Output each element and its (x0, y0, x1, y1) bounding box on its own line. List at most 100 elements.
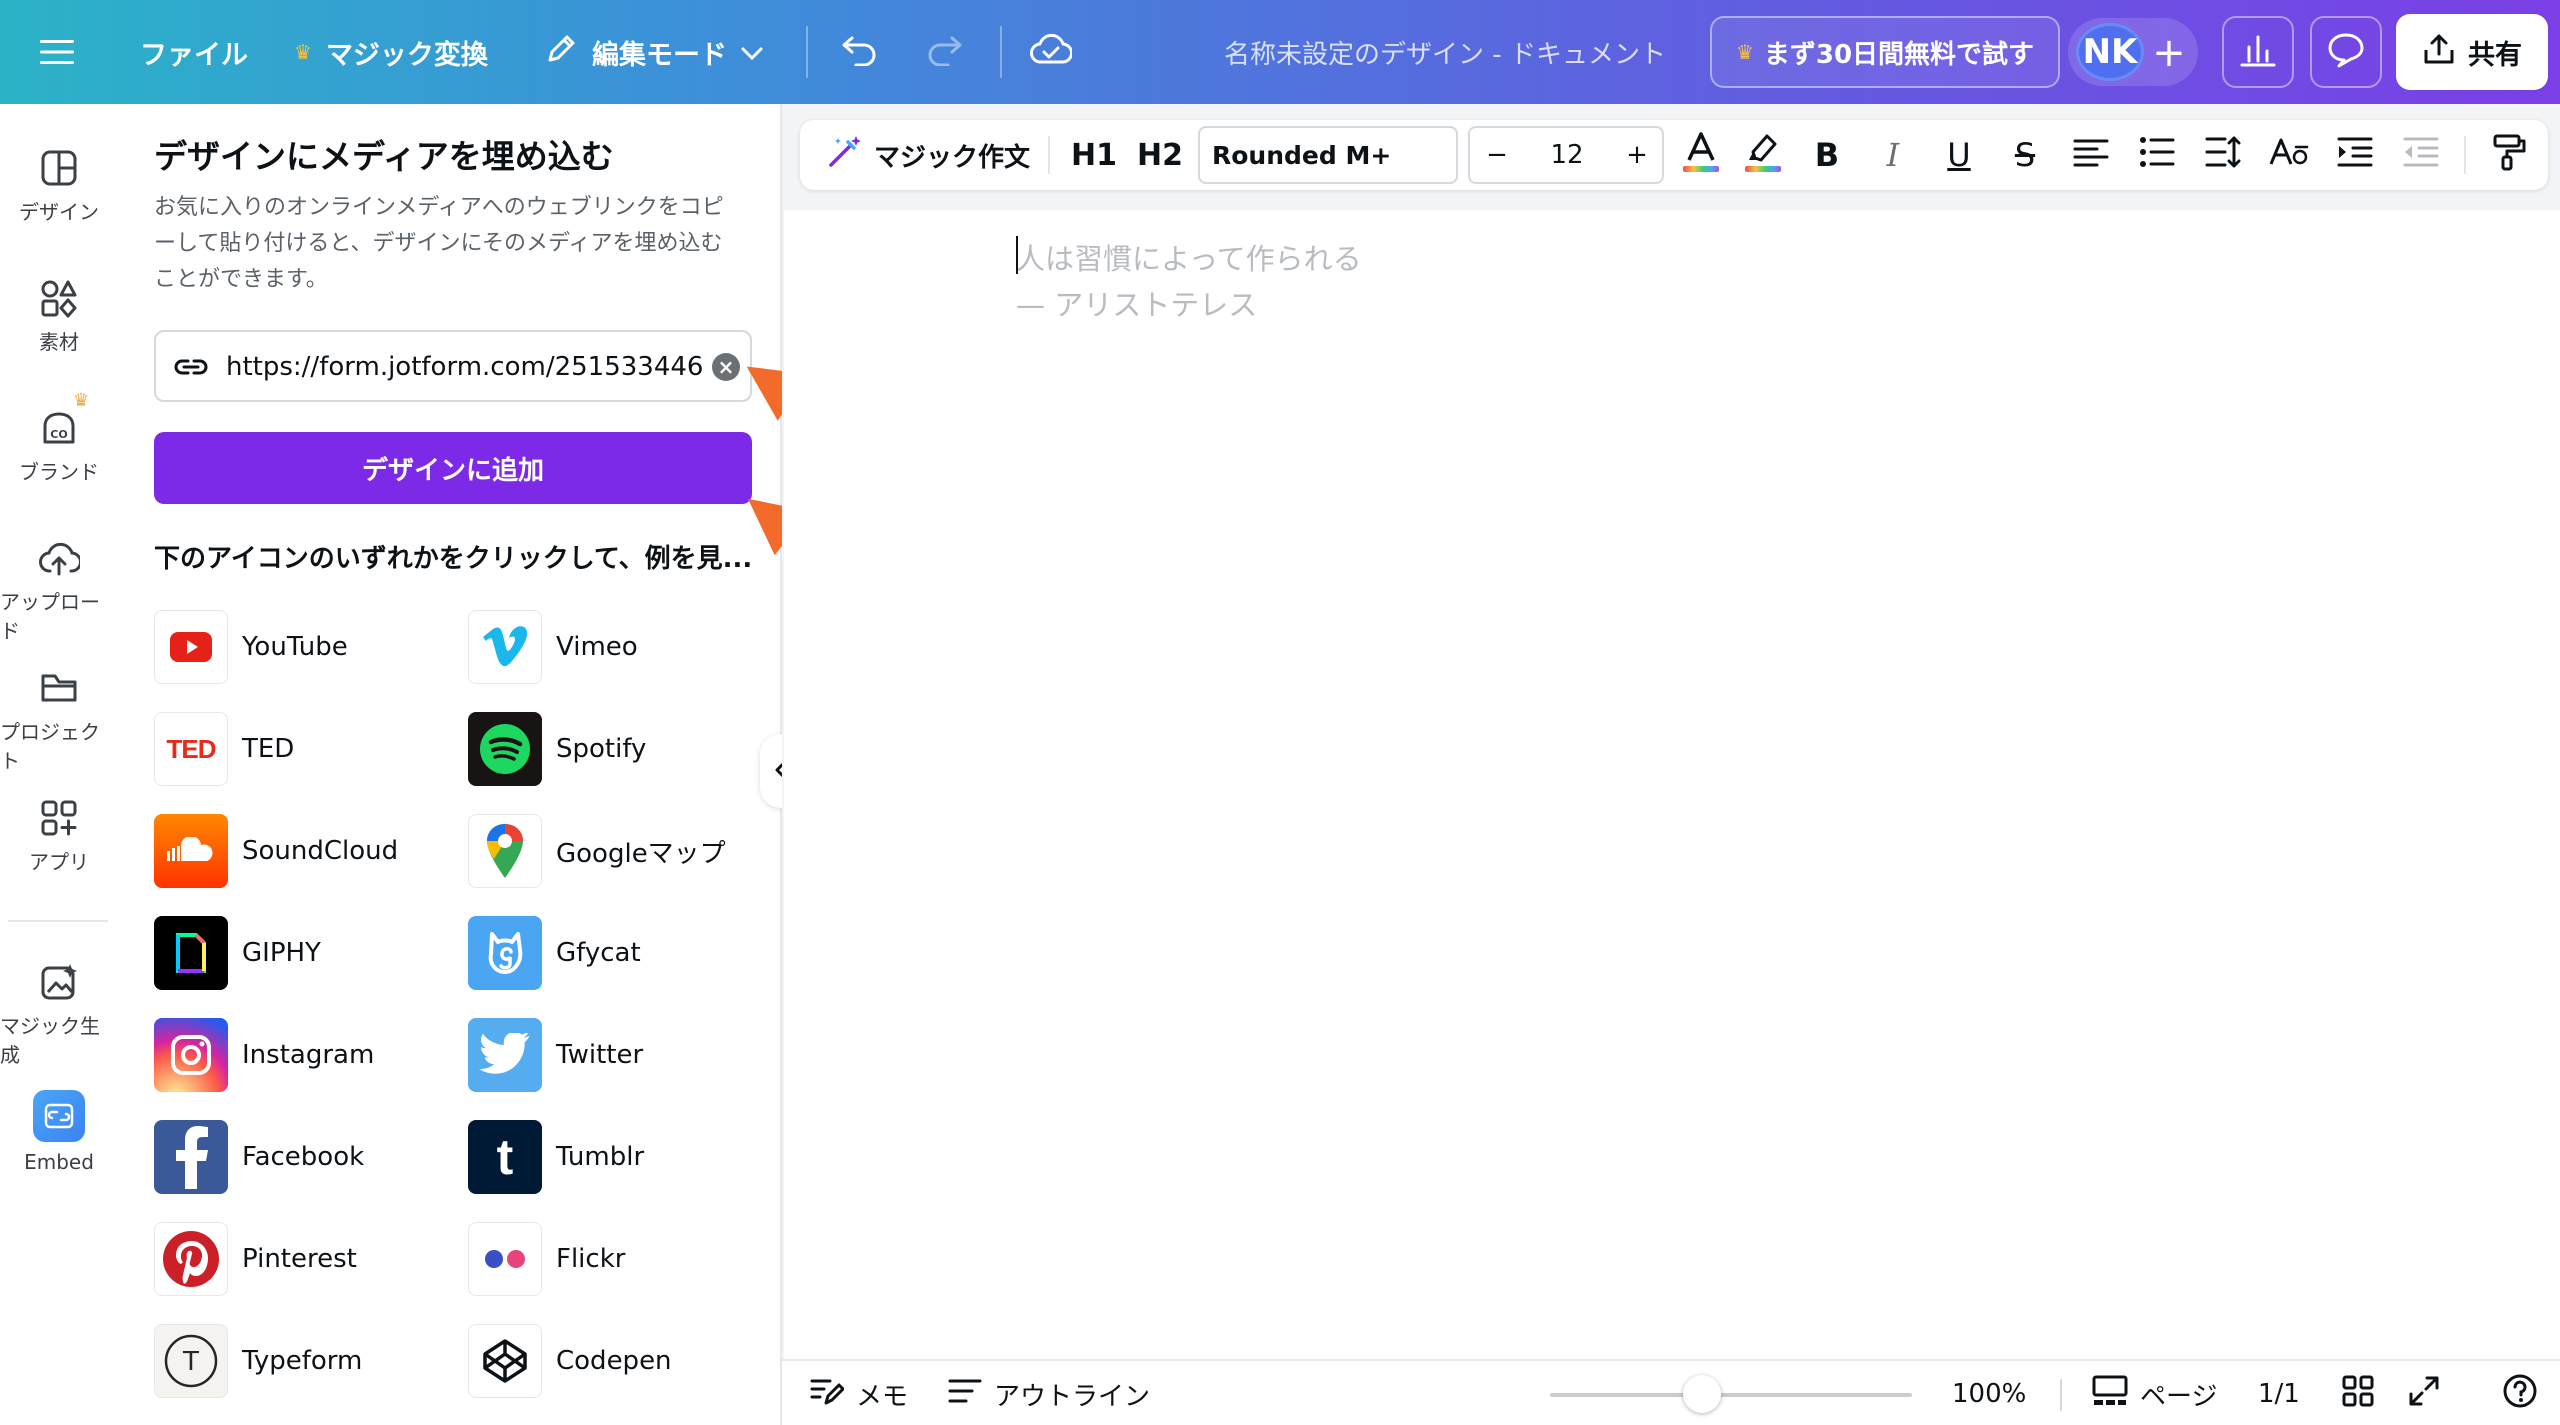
quote-text[interactable]: 人は習慣によって作られる — アリストテレス (1016, 236, 1362, 328)
highlight-color-button[interactable] (1738, 120, 1788, 190)
magic-media-icon (39, 962, 79, 1002)
media-item-spotify[interactable]: Spotify (468, 712, 646, 786)
increase-size-button[interactable]: + (1610, 128, 1664, 182)
file-menu-label: ファイル (140, 39, 248, 71)
media-item-youtube[interactable]: YouTube (154, 610, 348, 684)
media-item-vimeo[interactable]: Vimeo (468, 610, 638, 684)
pinterest-icon (154, 1222, 228, 1296)
share-button[interactable]: 共有 (2396, 14, 2548, 90)
undo-button[interactable] (840, 0, 880, 104)
avatar[interactable]: NK (2076, 23, 2144, 81)
help-button[interactable] (2502, 1361, 2538, 1425)
add-collaborator-button[interactable]: + (2146, 30, 2192, 76)
rail-item-projects[interactable]: プロジェクト (0, 668, 118, 774)
align-button[interactable] (2068, 120, 2114, 190)
bullet-list-button[interactable] (2134, 120, 2180, 190)
media-item-tumblr[interactable]: t Tumblr (468, 1120, 644, 1194)
zoom-level[interactable]: 100% (1952, 1361, 2026, 1425)
text-effects-button[interactable] (2266, 120, 2312, 190)
codepen-icon (468, 1324, 542, 1398)
document-page[interactable] (784, 210, 2560, 1359)
notes-button[interactable]: メモ (810, 1361, 908, 1425)
media-item-label: Googleマップ (556, 838, 726, 869)
rail-item-embed[interactable]: Embed (0, 1090, 118, 1174)
zoom-slider-handle[interactable] (1683, 1375, 1722, 1413)
text-effects-icon (2269, 136, 2309, 175)
crown-icon: ♛ (1735, 40, 1754, 64)
url-input[interactable]: https://form.jotform.com/251533446 × (154, 330, 752, 402)
menu-button[interactable] (40, 0, 74, 104)
youtube-icon (154, 610, 228, 684)
bold-label: B (1814, 136, 1840, 174)
rail-item-label: 素材 (39, 330, 79, 354)
magic-switch-button[interactable]: ♛ マジック変換 (294, 0, 488, 104)
svg-text:T: T (182, 1347, 199, 1377)
underline-label: U (1947, 136, 1971, 174)
zoom-slider[interactable] (1550, 1393, 1912, 1397)
rail-item-elements[interactable]: 素材 (0, 278, 118, 355)
spacing-button[interactable] (2200, 120, 2246, 190)
copy-style-button[interactable] (2486, 120, 2532, 190)
outline-button[interactable]: アウトライン (948, 1361, 1150, 1425)
media-item-flickr[interactable]: Flickr (468, 1222, 625, 1296)
media-item-giphy[interactable]: GIPHY (154, 916, 321, 990)
indent-button[interactable] (2332, 120, 2378, 190)
media-item-google-maps[interactable]: Googleマップ (468, 814, 726, 888)
media-item-instagram[interactable]: Instagram (154, 1018, 374, 1092)
outline-icon (948, 1377, 982, 1412)
rail-item-brand[interactable]: CO ♛ ブランド (0, 390, 118, 485)
grid-view-button[interactable] (2342, 1361, 2374, 1425)
left-rail: デザイン 素材 CO ♛ ブランド アップロード プロジェクト アプリ マジック… (0, 104, 118, 1425)
page-count[interactable]: 1/1 (2258, 1361, 2300, 1425)
svg-text:CO: CO (50, 428, 67, 441)
text-color-button[interactable] (1676, 120, 1726, 190)
magic-write-button[interactable]: マジック作文 (818, 120, 1038, 190)
crown-icon: ♛ (294, 40, 312, 64)
fullscreen-button[interactable] (2408, 1361, 2440, 1425)
media-item-soundcloud[interactable]: SoundCloud (154, 814, 398, 888)
underline-button[interactable]: U (1936, 120, 1982, 190)
media-item-codepen[interactable]: Codepen (468, 1324, 672, 1398)
bold-button[interactable]: B (1804, 120, 1850, 190)
italic-button[interactable]: I (1870, 120, 1916, 190)
insights-button[interactable] (2222, 16, 2294, 88)
pages-button[interactable]: ページ (2092, 1361, 2217, 1425)
free-trial-button[interactable]: ♛ まず30日間無料で試す (1710, 16, 2060, 88)
rail-item-apps[interactable]: アプリ (0, 798, 118, 875)
media-item-label: TED (242, 734, 295, 764)
apps-icon (39, 798, 79, 838)
media-item-twitter[interactable]: Twitter (468, 1018, 643, 1092)
media-item-facebook[interactable]: Facebook (154, 1120, 364, 1194)
rail-item-design[interactable]: デザイン (0, 148, 118, 225)
save-status-button[interactable] (1030, 0, 1073, 104)
media-item-pinterest[interactable]: Pinterest (154, 1222, 357, 1296)
rail-item-magic-media[interactable]: マジック生成 (0, 962, 118, 1068)
file-menu[interactable]: ファイル (140, 0, 248, 104)
outdent-button[interactable] (2398, 120, 2444, 190)
media-item-gfycat[interactable]: Gfycat (468, 916, 641, 990)
elements-icon (39, 278, 79, 318)
font-size-value[interactable]: 12 (1532, 128, 1602, 182)
rail-item-upload[interactable]: アップロード (0, 538, 118, 644)
strikethrough-label: S (2014, 136, 2036, 174)
media-item-label: Spotify (556, 734, 647, 764)
strikethrough-button[interactable]: S (2002, 120, 2048, 190)
text-color-icon (1681, 130, 1721, 181)
heading-1-button[interactable]: H1 (1066, 120, 1122, 190)
redo-button[interactable] (924, 0, 964, 104)
decrease-size-button[interactable]: − (1470, 128, 1524, 182)
edit-mode-dropdown[interactable]: 編集モード (544, 0, 763, 104)
font-size-stepper[interactable]: − 12 + (1468, 126, 1664, 184)
font-family-select[interactable]: Rounded M+ (1198, 126, 1458, 184)
add-to-design-button[interactable]: デザインに追加 (154, 432, 752, 504)
redo-icon (924, 32, 964, 73)
document-title-label: 名称未設定のデザイン - ドキュメント (1224, 39, 1666, 70)
vimeo-icon (468, 610, 542, 684)
clear-input-icon[interactable]: × (712, 353, 740, 381)
heading-2-button[interactable]: H2 (1132, 120, 1188, 190)
comments-button[interactable] (2310, 16, 2382, 88)
media-item-ted[interactable]: TED TED (154, 712, 294, 786)
document-title[interactable]: 名称未設定のデザイン - ドキュメント (1150, 0, 1740, 104)
media-item-typeform[interactable]: T Typeform (154, 1324, 362, 1398)
share-label: 共有 (2468, 39, 2522, 71)
